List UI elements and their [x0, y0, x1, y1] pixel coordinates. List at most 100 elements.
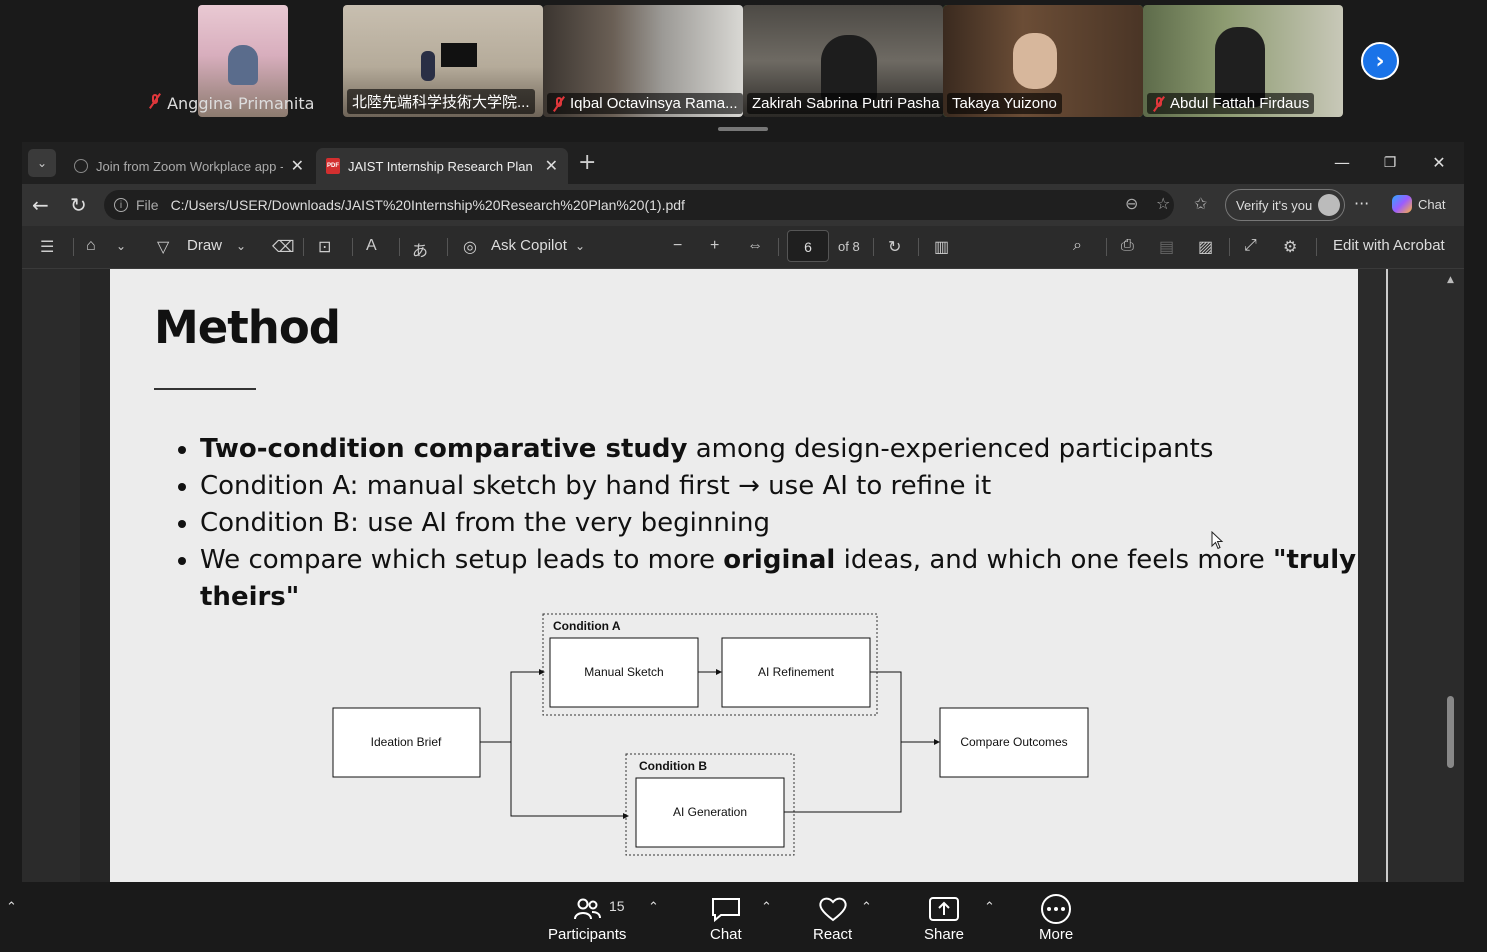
participant-figure [421, 51, 435, 81]
room-screen [441, 43, 477, 67]
participant-name-tag: Zakirah Sabrina Putri Pasha [747, 93, 943, 114]
back-arrow-icon[interactable]: ← [32, 193, 49, 217]
condition-b-title: Condition B [639, 759, 707, 773]
video-tile[interactable]: Zakirah Sabrina Putri Pasha [743, 5, 943, 117]
mouse-cursor-icon [1211, 531, 1224, 550]
pdf-viewer[interactable]: Method Two-condition comparative study a… [22, 269, 1464, 882]
participants-icon [573, 892, 602, 926]
participant-figure [228, 45, 258, 85]
caret-up-icon[interactable]: ⌃ [761, 900, 772, 915]
tab-zoom-join[interactable]: Join from Zoom Workplace app - Z ✕ [64, 148, 314, 184]
react-button[interactable]: React [813, 892, 852, 943]
divider [778, 238, 779, 256]
fit-page-icon[interactable]: ⇔ [747, 237, 763, 255]
participant-name: Zakirah Sabrina Putri Pasha [752, 95, 940, 112]
caret-up-icon[interactable]: ⌃ [984, 900, 995, 915]
contents-list-icon[interactable]: ☰ [40, 237, 54, 257]
save-as-icon[interactable]: ▨ [1198, 237, 1213, 257]
search-icon[interactable]: ⌕ [1073, 237, 1082, 255]
tab-label: Join from Zoom Workplace app - Z [96, 158, 283, 174]
video-tile[interactable]: Iqbal Octavinsya Rama... [543, 5, 743, 117]
tab-label: JAIST Internship Research Plan (1).p [348, 158, 537, 174]
more-menu-icon[interactable]: ··· [1354, 194, 1369, 213]
chat-label: Chat [1418, 196, 1446, 212]
video-tile[interactable]: Abdul Fattah Firdaus [1143, 5, 1343, 117]
ask-copilot-button[interactable]: Ask Copilot [491, 237, 567, 254]
scrollbar-thumb[interactable] [1447, 696, 1454, 768]
print-icon[interactable]: ⎙ [1121, 237, 1134, 255]
caret-up-icon[interactable]: ⌃ [861, 900, 872, 915]
fullscreen-icon[interactable]: ⤢ [1244, 237, 1257, 255]
edit-with-acrobat-button[interactable]: Edit with Acrobat [1333, 237, 1445, 254]
favorite-star-icon[interactable]: ☆ [1156, 194, 1170, 213]
favorites-list-icon[interactable]: ✩ [1194, 194, 1207, 213]
address-bar[interactable]: i File C:/Users/USER/Downloads/JAIST%20I… [104, 190, 1174, 220]
refresh-icon[interactable]: ↻ [70, 193, 87, 217]
minimize-icon[interactable]: — [1319, 148, 1365, 178]
scroll-up-arrow-icon[interactable]: ▲ [1447, 275, 1454, 285]
viewer-scrollbar[interactable]: ▲ [1444, 269, 1458, 882]
divider [1106, 238, 1107, 256]
divider [447, 238, 448, 256]
draw-button[interactable]: Draw [187, 237, 222, 254]
translate-icon[interactable]: あ [412, 237, 428, 261]
chevron-down-icon[interactable]: ⌄ [236, 239, 246, 253]
chevron-down-icon[interactable]: ⌄ [116, 239, 126, 253]
video-tile[interactable]: 北陸先端科学技術大学院... [343, 5, 543, 117]
caret-up-icon[interactable]: ⌃ [648, 900, 659, 915]
tab-pdf[interactable]: PDF JAIST Internship Research Plan (1).p… [316, 148, 568, 184]
read-aloud-icon[interactable]: A [366, 237, 377, 255]
participant-name: Abdul Fattah Firdaus [1170, 95, 1310, 112]
method-flow-diagram: Condition A Condition B Ideation Brief M… [332, 613, 1089, 856]
page-number-input[interactable]: 6 [787, 230, 829, 262]
restore-icon[interactable]: ❐ [1367, 148, 1413, 178]
participant-name: 北陸先端科学技術大学院... [352, 94, 530, 111]
copilot-chat-button[interactable]: Chat [1392, 190, 1445, 218]
close-icon[interactable]: ✕ [291, 156, 304, 176]
condition-a-title: Condition A [553, 619, 621, 633]
meeting-controls-bar: ⌃ Participants 15 ⌃ Chat ⌃ React ⌃ Share… [0, 882, 1487, 952]
caret-up-icon[interactable]: ⌃ [6, 900, 17, 915]
tab-list-chevron-icon[interactable]: ⌄ [28, 149, 56, 177]
share-label: Share [924, 926, 965, 943]
copilot-outline-icon[interactable]: ◎ [463, 237, 477, 257]
eraser-icon[interactable]: ⌫ [272, 237, 295, 257]
copilot-icon [1392, 195, 1412, 213]
info-icon[interactable]: i [114, 198, 128, 212]
zoom-out-magnifier-icon[interactable]: ⊖ [1125, 194, 1138, 213]
close-icon[interactable]: ✕ [545, 156, 558, 176]
new-tab-plus-icon[interactable]: + [578, 150, 596, 175]
page-edge [1386, 269, 1388, 882]
url-text: C:/Users/USER/Downloads/JAIST%20Internsh… [170, 197, 685, 213]
zoom-out-icon[interactable]: − [673, 237, 682, 255]
chat-bubble-icon [711, 892, 741, 926]
connector-generation-to-compare [784, 742, 902, 813]
participant-name-tag: Takaya Yuizono [947, 93, 1062, 114]
participant-name-tag: Iqbal Octavinsya Rama... [547, 93, 743, 114]
connector-brief-to-generation [510, 742, 629, 819]
video-tile-active-speaker[interactable]: Takaya Yuizono [943, 5, 1143, 117]
text-box-icon[interactable]: ⊡ [318, 237, 331, 257]
share-button[interactable]: Share [924, 892, 964, 943]
next-page-arrow-icon[interactable]: › [1361, 42, 1399, 80]
chat-button[interactable]: Chat [710, 892, 742, 943]
manual-sketch-label: Manual Sketch [584, 665, 663, 679]
more-label: More [1039, 926, 1074, 943]
highlight-icon[interactable]: ⌂ [86, 237, 96, 255]
rotate-icon[interactable]: ↻ [888, 237, 901, 257]
more-button[interactable]: More [1039, 892, 1073, 943]
settings-gear-icon[interactable]: ⚙ [1283, 237, 1297, 257]
draw-pen-icon[interactable]: ▽ [157, 237, 169, 257]
scheme-label: File [136, 197, 159, 213]
divider [873, 238, 874, 256]
page-view-icon[interactable]: ▥ [934, 237, 949, 257]
chevron-down-icon[interactable]: ⌄ [575, 239, 585, 253]
participant-name: Anggina Primanita [167, 94, 315, 113]
verify-profile-button[interactable]: Verify it's you [1225, 189, 1346, 221]
participant-name-tag: Anggina Primanita [148, 93, 314, 113]
window-close-icon[interactable]: ✕ [1416, 148, 1462, 178]
gallery-resize-handle[interactable] [718, 127, 768, 131]
video-gallery: Anggina Primanita 北陸先端科学技術大学院... Iqbal O… [0, 0, 1487, 131]
zoom-in-icon[interactable]: + [710, 237, 719, 255]
mic-muted-icon [148, 93, 162, 109]
